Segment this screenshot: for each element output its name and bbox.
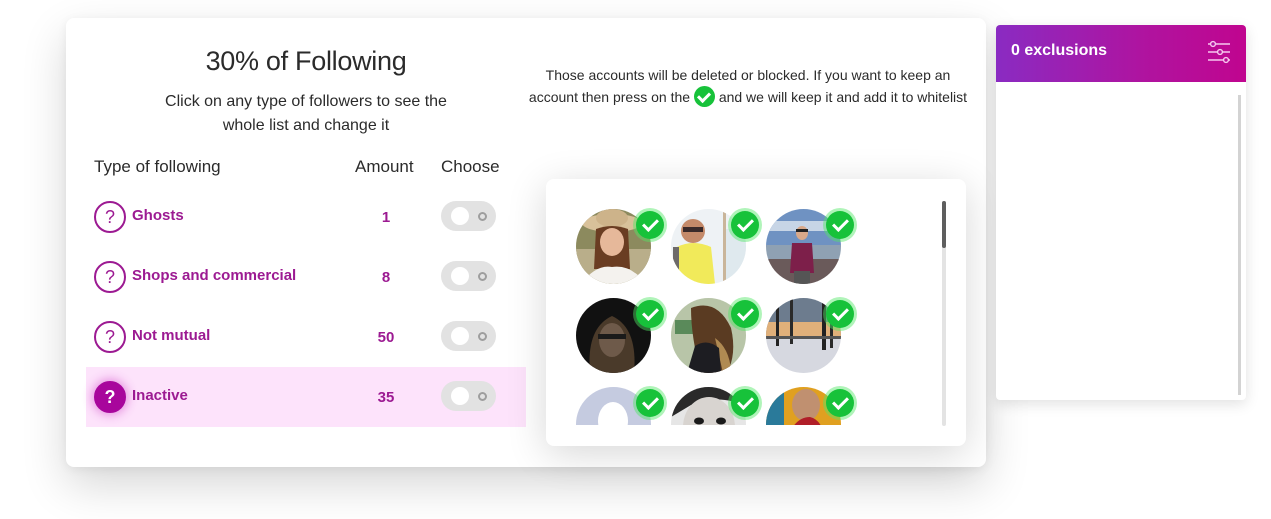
row-amount: 1 — [381, 209, 391, 226]
toggle-knob — [451, 207, 469, 225]
help-icon[interactable]: ? — [94, 381, 126, 413]
row-amount: 50 — [377, 329, 395, 346]
keep-check-icon[interactable] — [636, 300, 664, 328]
toggle-off-icon — [478, 212, 487, 221]
keep-check-icon[interactable] — [636, 211, 664, 239]
row-label[interactable]: Ghosts — [132, 207, 184, 224]
choose-toggle[interactable] — [441, 321, 496, 351]
column-header-amount: Amount — [355, 157, 414, 176]
keep-check-icon[interactable] — [731, 389, 759, 417]
check-circle-icon — [693, 86, 715, 107]
row-amount: 8 — [381, 269, 391, 286]
table-row-not-mutual[interactable]: ? Not mutual 50 — [86, 307, 526, 367]
keep-check-icon[interactable] — [636, 389, 664, 417]
toggle-knob — [451, 387, 469, 405]
filter-sliders-icon[interactable] — [1208, 40, 1230, 64]
page-subtitle: Click on any type of followers to see th… — [165, 93, 447, 134]
page-title: 30% of Following — [205, 46, 407, 76]
help-icon[interactable]: ? — [94, 201, 126, 233]
row-label[interactable]: Inactive — [132, 387, 188, 404]
toggle-off-icon — [478, 272, 487, 281]
row-label[interactable]: Not mutual — [132, 327, 210, 344]
choose-toggle[interactable] — [441, 261, 496, 291]
accounts-scrollbar[interactable] — [942, 201, 946, 426]
keep-check-icon[interactable] — [731, 300, 759, 328]
choose-toggle[interactable] — [441, 201, 496, 231]
help-icon[interactable]: ? — [94, 261, 126, 293]
column-header-type: Type of following — [94, 157, 221, 176]
exclusions-header: 0 exclusions — [996, 25, 1246, 82]
instructions-text-after: and we will keep it and add it to whitel… — [718, 89, 968, 105]
toggle-off-icon — [478, 392, 487, 401]
toggle-off-icon — [478, 332, 487, 341]
row-amount: 35 — [377, 389, 395, 406]
keep-check-icon[interactable] — [826, 389, 854, 417]
keep-check-icon[interactable] — [826, 211, 854, 239]
whitelist-instructions: Those accounts will be deleted or blocke… — [528, 65, 968, 108]
choose-toggle[interactable] — [441, 381, 496, 411]
keep-check-icon[interactable] — [826, 300, 854, 328]
accounts-panel — [546, 179, 966, 446]
toggle-knob — [451, 267, 469, 285]
exclusions-count: 0 exclusions — [1011, 42, 1108, 59]
table-row-shops[interactable]: ? Shops and commercial 8 — [86, 247, 526, 307]
table-row-ghosts[interactable]: ? Ghosts 1 — [86, 187, 526, 247]
exclusions-scrollbar[interactable] — [1238, 95, 1241, 395]
accounts-grid — [576, 207, 876, 425]
column-header-choose: Choose — [441, 157, 500, 176]
keep-check-icon[interactable] — [731, 211, 759, 239]
table-row-inactive[interactable]: ? Inactive 35 — [86, 367, 526, 427]
toggle-knob — [451, 327, 469, 345]
exclusions-panel: 0 exclusions — [996, 25, 1246, 400]
page: 30% of Following Click on any type of fo… — [0, 0, 1271, 519]
accounts-scrollbar-thumb[interactable] — [942, 201, 946, 248]
help-icon[interactable]: ? — [94, 321, 126, 353]
row-label[interactable]: Shops and commercial — [132, 267, 296, 284]
